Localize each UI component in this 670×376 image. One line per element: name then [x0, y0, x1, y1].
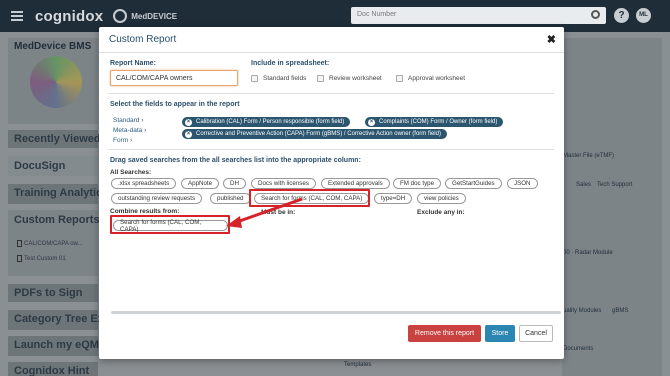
document-icon — [17, 240, 22, 247]
document-icon — [17, 255, 22, 262]
divider — [109, 149, 554, 150]
bg-item: 00 · Radar Module — [563, 250, 613, 256]
search-pill[interactable]: view policies — [417, 193, 466, 204]
exclude-label: Exclude any in: — [417, 209, 465, 216]
company-logo-icon — [30, 56, 82, 108]
checkbox-label: Approval worksheet — [408, 75, 466, 82]
panel-title: PDFs to Sign — [14, 287, 83, 299]
search-placeholder: Doc Number — [357, 11, 397, 18]
panel-title: Cognidox Hint — [14, 365, 90, 376]
panel-title: Custom Reports — [14, 214, 100, 226]
selected-field-tag[interactable]: × Calibration (CAL) Form / Person respons… — [182, 117, 351, 127]
bg-item: Templates — [344, 362, 372, 368]
search-pill[interactable]: FM doc type — [393, 178, 442, 189]
remove-icon[interactable]: × — [368, 118, 375, 126]
remove-icon[interactable]: × — [185, 118, 192, 126]
store-button[interactable]: Store — [485, 325, 515, 342]
selected-field-tag[interactable]: × Corrective and Preventive Action (CAPA)… — [182, 129, 447, 139]
search-pill[interactable]: AppNote — [181, 178, 220, 189]
avatar[interactable]: ML — [636, 8, 651, 23]
report-name-label: Report Name: — [110, 60, 156, 67]
product-name: MedDEVICE — [131, 11, 178, 21]
search-pill[interactable]: .xlsx spreadsheets — [111, 178, 177, 189]
cancel-button[interactable]: Cancel — [519, 325, 553, 342]
checkbox-icon — [317, 75, 324, 82]
bg-item: Tech Support — [597, 182, 633, 188]
report-link[interactable]: CAL/COM/CAPA ow... — [17, 240, 83, 247]
help-icon[interactable]: ? — [614, 8, 629, 23]
search-pill[interactable]: Extended approvals — [321, 178, 390, 189]
standard-fields-checkbox[interactable]: Standard fields — [251, 75, 306, 82]
review-worksheet-checkbox[interactable]: Review worksheet — [317, 75, 382, 82]
report-link[interactable]: Test Custom 01 — [17, 255, 66, 262]
search-icon[interactable] — [591, 10, 600, 19]
bg-item: uality Modules — [563, 308, 602, 314]
search-pill[interactable]: JSON — [507, 178, 538, 189]
highlight-box — [110, 215, 230, 234]
panel-title: Training Analytics — [14, 187, 109, 199]
field-category-standard[interactable]: Standard › — [113, 117, 143, 124]
panel-title: Category Tree Exp — [14, 313, 111, 325]
arrow-icon — [226, 197, 303, 228]
drag-instructions: Drag saved searches from the all searche… — [110, 157, 361, 164]
remove-report-button[interactable]: Remove this report — [408, 325, 481, 342]
close-icon[interactable]: ✖ — [547, 33, 556, 46]
bg-item: Documents — [563, 346, 594, 352]
checkbox-label: Review worksheet — [329, 75, 382, 82]
panel-title: DocuSign — [14, 160, 66, 172]
search-pill[interactable]: GetStartGuides — [445, 178, 502, 189]
search-pill[interactable]: type=DH — [374, 193, 413, 204]
search-pill[interactable]: outstanding review requests — [111, 193, 203, 204]
product-logo-icon — [113, 9, 128, 23]
checkbox-label: Standard fields — [263, 75, 307, 82]
checkbox-icon — [396, 75, 403, 82]
field-category-form[interactable]: Form › — [113, 137, 132, 144]
search-input[interactable]: Doc Number — [351, 7, 606, 24]
panel-title: Recently Viewed — [14, 133, 101, 145]
selected-field-tag[interactable]: × Complaints (COM) Form / Owner (form fie… — [365, 117, 504, 127]
search-pill[interactable]: DH — [223, 178, 246, 189]
panel-title: Launch my eQMS — [14, 339, 107, 351]
fields-label: Select the fields to appear in the repor… — [110, 101, 240, 108]
bg-item: gBMS — [612, 308, 629, 314]
approval-worksheet-checkbox[interactable]: Approval worksheet — [396, 75, 465, 82]
divider — [99, 52, 564, 53]
all-searches-label: All Searches: — [110, 169, 152, 176]
custom-report-dialog: Custom Report ✖ Report Name: Include in … — [99, 27, 564, 359]
field-category-metadata[interactable]: Meta-data › — [113, 127, 146, 134]
hero-title: MedDevice BMS — [14, 41, 92, 52]
checkbox-icon — [251, 75, 258, 82]
report-name-input[interactable] — [110, 70, 238, 86]
combine-label: Combine results from: — [110, 208, 180, 215]
bg-item: Master File (eTMF) — [563, 153, 614, 159]
dialog-title: Custom Report — [109, 34, 177, 45]
remove-icon[interactable]: × — [185, 130, 192, 138]
include-label: Include in spreadsheet: — [251, 60, 330, 67]
horizontal-scrollbar[interactable] — [111, 311, 561, 314]
divider — [109, 93, 554, 94]
background-right-panel — [562, 38, 662, 376]
bg-item: Sales — [576, 182, 592, 188]
brand-logo[interactable]: cognidox — [35, 8, 103, 25]
search-pill[interactable]: Docs with licenses — [251, 178, 316, 189]
menu-icon[interactable] — [11, 11, 23, 21]
